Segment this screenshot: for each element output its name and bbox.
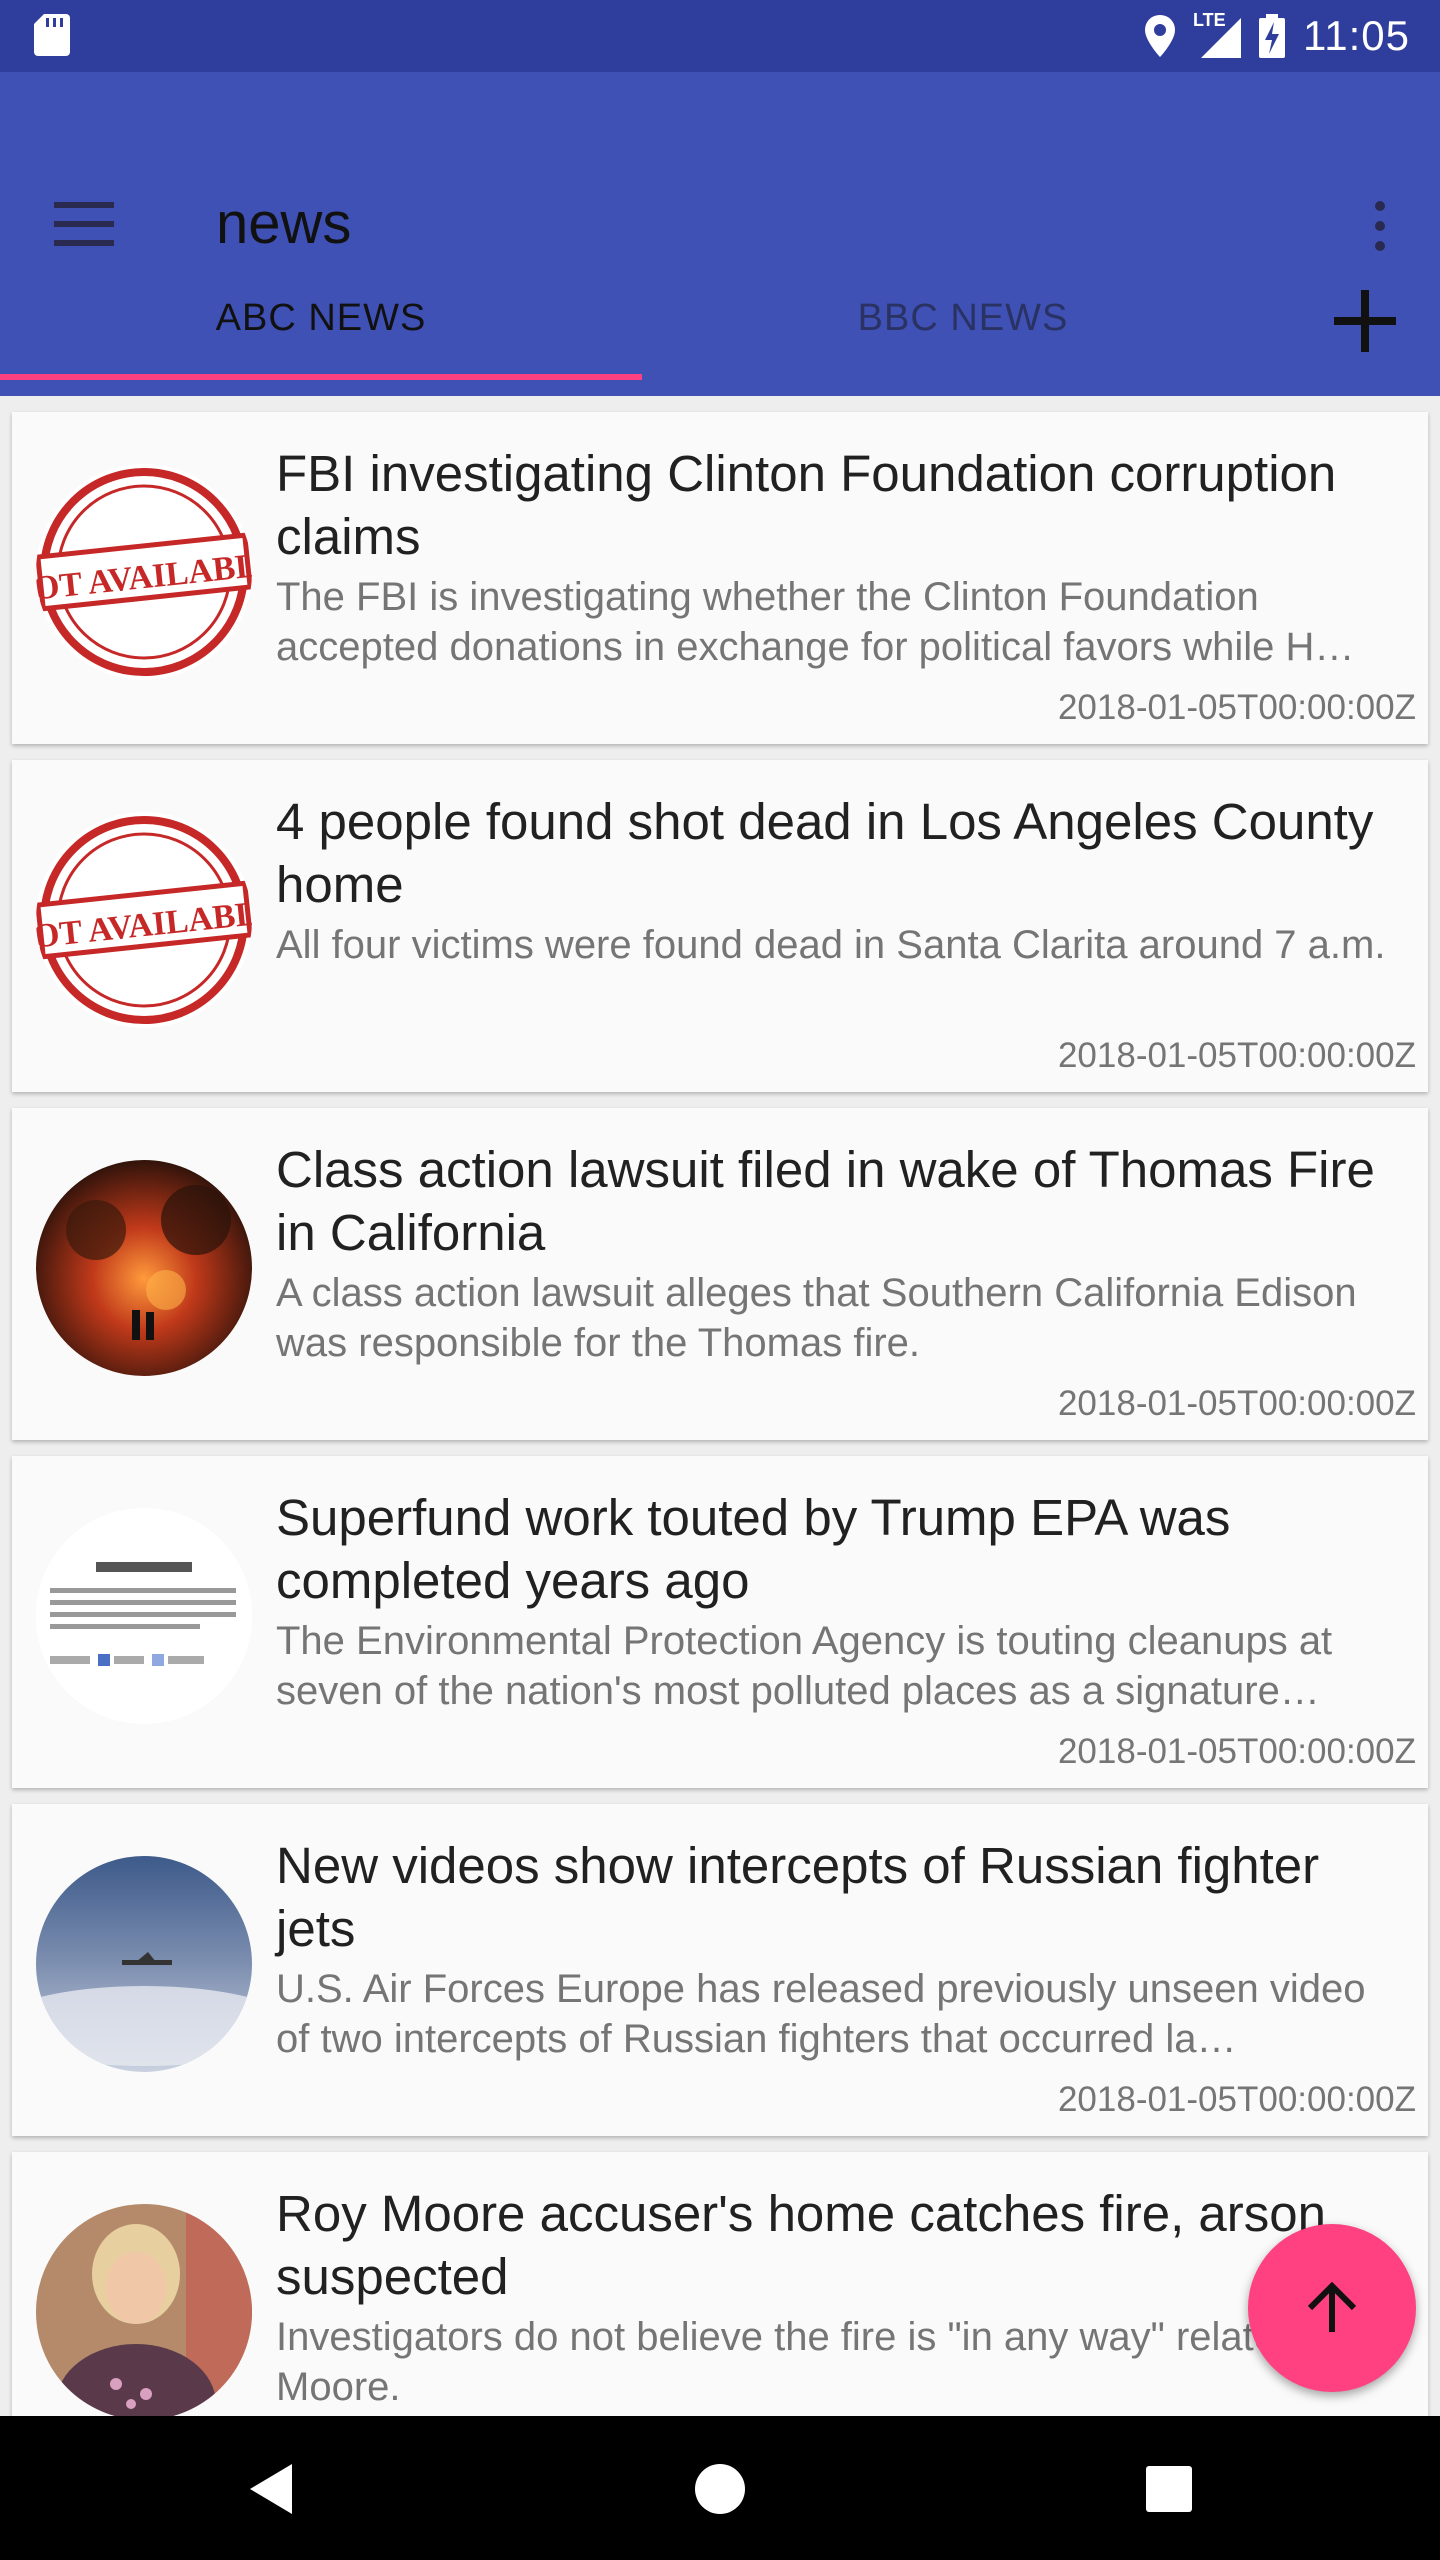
home-icon[interactable] [685,2454,755,2524]
article-title[interactable]: New videos show intercepts of Russian fi… [276,1834,1396,1960]
article-date: 2018-01-05T00:00:00Z [1057,1036,1416,1075]
article-date: 2018-01-05T00:00:00Z [1057,1732,1416,1771]
status-time: 11:05 [1303,12,1410,59]
news-card[interactable]: Class action lawsuit filed in wake of Th… [12,1108,1428,1440]
tab-bar: ABC NEWS BBC NEWS [0,248,1440,396]
article-date: 2018-01-05T00:00:00Z [1057,1384,1416,1423]
hamburger-menu-icon[interactable] [54,202,114,246]
news-card[interactable]: Superfund work touted by Trump EPA was c… [12,1456,1428,1788]
article-title[interactable]: Roy Moore accuser's home catches fire, a… [276,2182,1396,2308]
location-icon [1145,15,1175,57]
article-description: Investigators do not believe the fire is… [276,2315,1343,2409]
back-icon[interactable] [236,2454,306,2524]
news-list[interactable]: NOT AVAILABLE FBI investigating Clinton … [0,396,1440,2416]
article-description: U.S. Air Forces Europe has released prev… [276,1967,1366,2061]
jet-over-clouds-photo-icon [36,1856,252,2072]
news-card[interactable]: NOT AVAILABLE 4 people found shot dead i… [12,760,1428,1092]
arrow-up-icon [1307,2281,1357,2332]
article-thumbnail [36,2204,252,2416]
not-available-stamp-icon: NOT AVAILABLE [36,464,252,680]
tab-abc-news[interactable]: ABC NEWS [0,248,642,388]
article-title[interactable]: Class action lawsuit filed in wake of Th… [276,1138,1396,1264]
status-bar: LTE 11:05 [0,0,1440,72]
article-description: The FBI is investigating whether the Cli… [276,575,1355,669]
woman-portrait-photo-icon [36,2204,252,2416]
not-available-stamp-icon: NOT AVAILABLE [36,812,252,1028]
article-description: All four victims were found dead in Sant… [276,923,1386,967]
recents-icon[interactable] [1134,2454,1204,2524]
news-card[interactable]: Roy Moore accuser's home catches fire, a… [12,2152,1428,2416]
article-thumbnail [36,1856,252,2072]
article-thumbnail [36,1160,252,1376]
app-title: news [216,191,352,256]
wildfire-photo-icon [36,1160,252,1376]
tab-indicator [0,374,642,380]
tab-bbc-news[interactable]: BBC NEWS [642,248,1284,388]
article-date: 2018-01-05T00:00:00Z [1057,688,1416,727]
more-vert-icon[interactable] [1370,200,1390,252]
article-thumbnail [36,1508,252,1724]
news-card[interactable]: NOT AVAILABLE FBI investigating Clinton … [12,412,1428,744]
article-date: 2018-01-05T00:00:00Z [1057,2080,1416,2119]
scroll-to-top-button[interactable] [1248,2224,1416,2392]
signal-icon: LTE [1193,10,1241,58]
article-title[interactable]: 4 people found shot dead in Los Angeles … [276,790,1396,916]
battery-charging-icon [1259,14,1285,58]
article-description: A class action lawsuit alleges that Sout… [276,1271,1357,1365]
article-title[interactable]: Superfund work touted by Trump EPA was c… [276,1486,1396,1612]
article-title[interactable]: FBI investigating Clinton Foundation cor… [276,442,1396,568]
article-description: The Environmental Protection Agency is t… [276,1619,1333,1713]
article-thumbnail: NOT AVAILABLE [36,812,252,1028]
toxic-site-cleanup-chart-icon [36,1508,252,1724]
article-thumbnail: NOT AVAILABLE [36,464,252,680]
system-nav-bar [0,2416,1440,2560]
plus-icon[interactable] [1330,286,1400,356]
sd-card-icon [34,14,70,56]
news-card[interactable]: New videos show intercepts of Russian fi… [12,1804,1428,2136]
